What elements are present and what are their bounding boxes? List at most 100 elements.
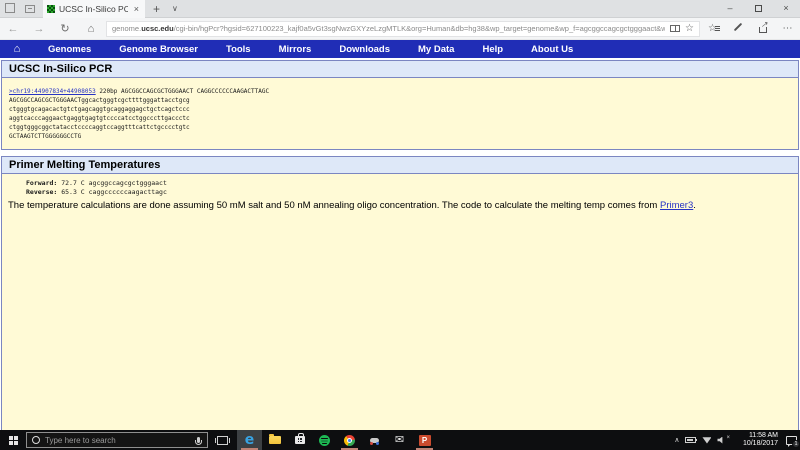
- search-placeholder: Type here to search: [45, 436, 192, 445]
- taskbar-cloud-app-button[interactable]: [362, 430, 387, 450]
- page-content: UCSC In-Silico PCR >chr19:44907834+44908…: [0, 58, 800, 430]
- nav-item-about-us[interactable]: About Us: [517, 44, 587, 55]
- tabs-set-aside-icon[interactable]: [25, 5, 35, 13]
- sequence-line: ctgggtgcagacactgtctgagcaggtgcaggaggagctg…: [9, 105, 794, 114]
- battery-icon[interactable]: [685, 437, 696, 443]
- share-icon[interactable]: ↗: [750, 23, 775, 34]
- task-view-button[interactable]: [217, 436, 228, 445]
- nav-item-help[interactable]: Help: [468, 44, 517, 55]
- tab-close-icon[interactable]: ×: [132, 4, 141, 14]
- taskbar-powerpoint-button[interactable]: P: [412, 430, 437, 450]
- close-window-button[interactable]: ×: [772, 0, 800, 18]
- refresh-button[interactable]: ↻: [52, 22, 78, 35]
- nav-item-my-data[interactable]: My Data: [404, 44, 468, 55]
- new-tab-button[interactable]: +: [145, 2, 168, 16]
- taskbar-spotify-button[interactable]: [312, 430, 337, 450]
- pcr-section-title: UCSC In-Silico PCR: [2, 61, 798, 78]
- browser-tab[interactable]: UCSC In-Silico PCR ×: [43, 0, 145, 18]
- microphone-icon[interactable]: [197, 437, 200, 443]
- sequence-line: AGCGGCCAGCGCTGGGAACTggcactgggtcgcttttggg…: [9, 96, 794, 105]
- nav-item-tools[interactable]: Tools: [212, 44, 265, 55]
- taskbar-store-button[interactable]: [287, 430, 312, 450]
- clock-date: 10/18/2017: [743, 440, 778, 447]
- cortana-icon: [32, 436, 40, 444]
- sequence-line: ctggtgggcggctatacctccccaggtccaggtttcattc…: [9, 123, 794, 132]
- maximize-button[interactable]: [744, 0, 772, 18]
- back-button[interactable]: ←: [0, 23, 26, 35]
- browser-home-button[interactable]: ⌂: [78, 23, 104, 35]
- system-tray: ∧ × 11:58 AM10/18/2017 1: [674, 432, 800, 448]
- melting-section-title: Primer Melting Temperatures: [2, 157, 798, 174]
- sequence-line: GCTAAGTCTTGGGGGGCCTG: [9, 132, 794, 141]
- set-tabs-aside-icon[interactable]: [7, 5, 15, 13]
- reverse-primer-row: Reverse: 65.3 C caggccccccaagacttagc: [2, 188, 798, 197]
- pcr-sequence-block: >chr19:44907834+44908053 220bp AGCGGCCAG…: [2, 78, 798, 149]
- chrome-icon: [344, 435, 355, 446]
- forward-button[interactable]: →: [26, 23, 52, 35]
- tray-chevron-icon[interactable]: ∧: [674, 436, 679, 444]
- windows-logo-icon: [9, 436, 18, 445]
- share-box-glyph: ↗: [759, 27, 767, 33]
- volume-muted-x: ×: [726, 435, 730, 441]
- taskbar-clock[interactable]: 11:58 AM10/18/2017: [736, 432, 778, 448]
- nav-item-genome-browser[interactable]: Genome Browser: [105, 44, 212, 55]
- pen-glyph: [733, 23, 741, 31]
- taskbar-edge-button[interactable]: e: [237, 430, 262, 450]
- note-period: .: [693, 200, 696, 211]
- notification-badge: 1: [792, 440, 800, 448]
- forward-primer-row: Forward: 72.7 C agcggccagcgctgggaact: [2, 179, 798, 188]
- note-text: The temperature calculations are done as…: [8, 200, 660, 211]
- hub-favorites-icon[interactable]: ☆: [700, 23, 725, 34]
- start-button[interactable]: [0, 430, 26, 450]
- pcr-results-section: UCSC In-Silico PCR >chr19:44907834+44908…: [1, 60, 799, 150]
- more-options-icon[interactable]: ⋯: [775, 23, 800, 34]
- window-controls: – ×: [716, 0, 800, 18]
- melting-section-body: Forward: 72.7 C agcggccagcgctgggaact Rev…: [2, 174, 798, 430]
- ucsc-home-icon[interactable]: ⌂: [0, 43, 34, 55]
- browser-tab-bar: UCSC In-Silico PCR × + ∨ – ×: [0, 0, 800, 18]
- nav-item-mirrors[interactable]: Mirrors: [265, 44, 326, 55]
- spotify-icon: [319, 435, 330, 446]
- file-explorer-icon: [269, 436, 281, 444]
- reverse-value: 65.3 C caggccccccaagacttagc: [57, 188, 167, 196]
- reading-view-icon[interactable]: [670, 25, 680, 32]
- address-bar: ← → ↻ ⌂ genome.ucsc.edu/cgi-bin/hgPcr?hg…: [0, 18, 800, 40]
- reverse-label: Reverse:: [26, 188, 57, 196]
- taskbar-search-box[interactable]: Type here to search: [26, 432, 208, 448]
- taskbar-mail-button[interactable]: ✉: [387, 430, 412, 450]
- taskbar-file-explorer-button[interactable]: [262, 430, 287, 450]
- wifi-icon[interactable]: [702, 437, 711, 444]
- tab-preview-chevron-icon[interactable]: ∨: [168, 4, 182, 13]
- tab-title: UCSC In-Silico PCR: [59, 4, 128, 14]
- clock-time: 11:58 AM: [749, 432, 778, 439]
- ucsc-favicon: [47, 5, 55, 13]
- result-header-rest: 220bp AGCGGCCAGCGCTGGGAACT CAGGCCCCCCAAG…: [96, 88, 269, 95]
- windows-taskbar: Type here to search e ✉ P ∧ × 11:58 AM10…: [0, 430, 800, 450]
- nav-item-genomes[interactable]: Genomes: [34, 44, 105, 55]
- result-header-line: >chr19:44907834+44908053 220bp AGCGGCCAG…: [9, 87, 794, 96]
- add-favorite-star-icon[interactable]: ☆: [685, 24, 694, 34]
- forward-label: Forward:: [26, 179, 57, 187]
- tab-actions: [0, 5, 43, 13]
- nav-item-downloads[interactable]: Downloads: [325, 44, 404, 55]
- forward-value: 72.7 C agcggccagcgctgggaact: [57, 179, 167, 187]
- url-field[interactable]: genome.ucsc.edu/cgi-bin/hgPcr?hgsid=6271…: [106, 21, 700, 37]
- taskbar-chrome-button[interactable]: [337, 430, 362, 450]
- hub-lines-icon: [715, 26, 720, 27]
- share-arrow-glyph: ↗: [761, 20, 768, 29]
- chromosome-position-link[interactable]: >chr19:44907834+44908053: [9, 88, 96, 95]
- sequence-line: aggtcacccaggaactgaggtgagtgtccccatcctggcc…: [9, 114, 794, 123]
- ucsc-nav-bar: ⌂ Genomes Genome Browser Tools Mirrors D…: [0, 40, 800, 58]
- minimize-button[interactable]: –: [716, 0, 744, 18]
- action-center-icon[interactable]: 1: [786, 436, 797, 445]
- edge-icon: e: [245, 433, 255, 447]
- powerpoint-icon: P: [419, 435, 431, 446]
- microsoft-store-icon: [295, 436, 305, 444]
- hub-star-glyph: ☆: [708, 23, 717, 34]
- url-text: genome.ucsc.edu/cgi-bin/hgPcr?hgsid=6271…: [112, 24, 665, 33]
- web-note-pen-icon[interactable]: [725, 22, 750, 35]
- temperature-note: The temperature calculations are done as…: [2, 197, 798, 211]
- melting-temperatures-section: Primer Melting Temperatures Forward: 72.…: [1, 156, 799, 430]
- primer3-link[interactable]: Primer3: [660, 200, 693, 211]
- volume-muted-icon[interactable]: [717, 437, 724, 444]
